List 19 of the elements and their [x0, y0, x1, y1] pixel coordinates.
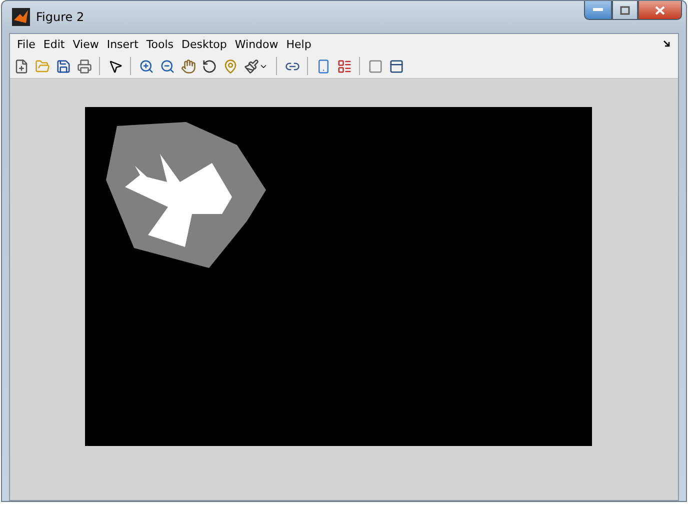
print-icon[interactable] [75, 57, 93, 75]
close-button[interactable] [638, 1, 682, 20]
menu-item[interactable]: Tools [142, 38, 178, 50]
menu-item[interactable]: Help [282, 38, 316, 50]
pan-icon[interactable] [179, 57, 197, 75]
window-title: Figure 2 [36, 10, 86, 24]
dock-arrow-icon[interactable] [663, 40, 671, 48]
app-logo-icon [12, 8, 30, 26]
menu-item[interactable]: File [13, 38, 40, 50]
menu-item[interactable]: Insert [102, 38, 142, 50]
maximize-button[interactable] [612, 1, 638, 20]
menu-item[interactable]: Desktop [178, 38, 231, 50]
minimize-icon [593, 8, 603, 12]
maximize-icon [620, 6, 630, 14]
minimize-button[interactable] [584, 1, 612, 20]
menu-item[interactable]: Window [230, 38, 282, 50]
close-icon [655, 6, 665, 14]
menu-item[interactable]: Edit [39, 38, 69, 50]
menu-item[interactable]: View [68, 38, 103, 50]
